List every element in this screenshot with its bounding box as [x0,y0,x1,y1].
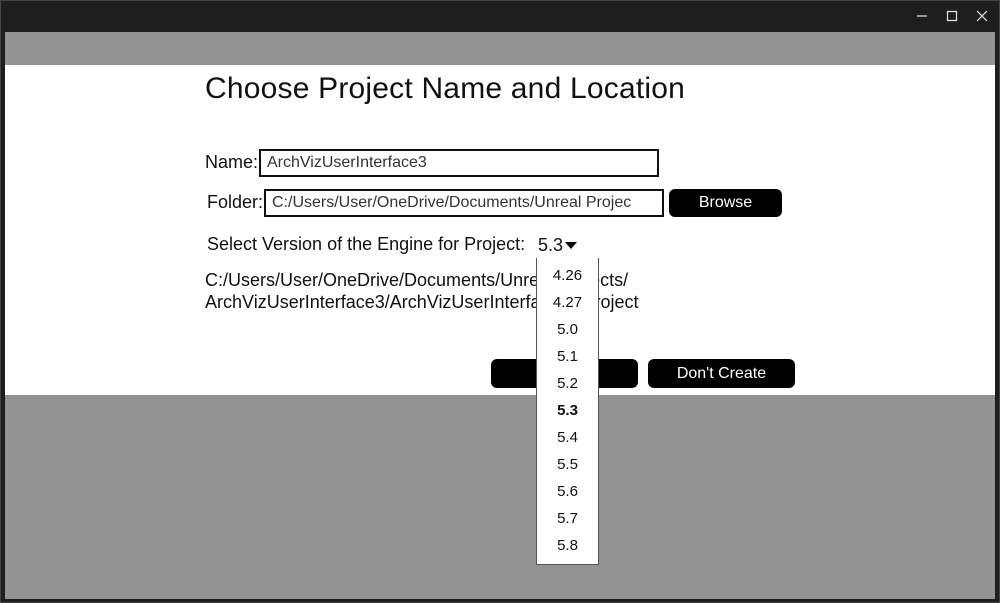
browse-button[interactable]: Browse [669,189,782,217]
caret-down-icon [565,241,578,249]
maximize-button[interactable] [937,1,967,31]
dropdown-option-4-26[interactable]: 4.26 [537,262,598,289]
engine-version-select[interactable]: 5.3 [538,234,578,256]
engine-version-value: 5.3 [538,234,564,255]
close-icon [976,10,988,22]
backdrop-bottom [5,395,995,599]
maximize-icon [946,10,958,22]
name-input[interactable] [259,149,659,177]
dropdown-option-5-6[interactable]: 5.6 [537,478,598,505]
engine-version-dropdown: 4.26 4.27 5.0 5.1 5.2 5.3 5.4 5.5 5.6 5.… [536,258,599,565]
dropdown-option-5-1[interactable]: 5.1 [537,343,598,370]
dropdown-option-5-3[interactable]: 5.3 [537,397,598,424]
dont-create-button[interactable]: Don't Create [648,359,795,388]
dropdown-option-5-4[interactable]: 5.4 [537,424,598,451]
dropdown-option-5-8[interactable]: 5.8 [537,532,598,559]
dropdown-option-5-0[interactable]: 5.0 [537,316,598,343]
folder-input[interactable] [264,189,664,217]
minimize-button[interactable] [907,1,937,31]
name-label: Name: [205,152,259,172]
dropdown-option-5-2[interactable]: 5.2 [537,370,598,397]
dropdown-option-4-27[interactable]: 4.27 [537,289,598,316]
window-titlebar [1,1,999,31]
backdrop-top [5,32,995,65]
close-button[interactable] [967,1,997,31]
engine-version-label: Select Version of the Engine for Project… [207,234,526,254]
page-title: Choose Project Name and Location [205,72,686,105]
dropdown-option-5-7[interactable]: 5.7 [537,505,598,532]
dialog-panel [5,65,995,395]
folder-label: Folder: [207,192,264,212]
dropdown-option-5-5[interactable]: 5.5 [537,451,598,478]
minimize-icon [917,15,927,17]
